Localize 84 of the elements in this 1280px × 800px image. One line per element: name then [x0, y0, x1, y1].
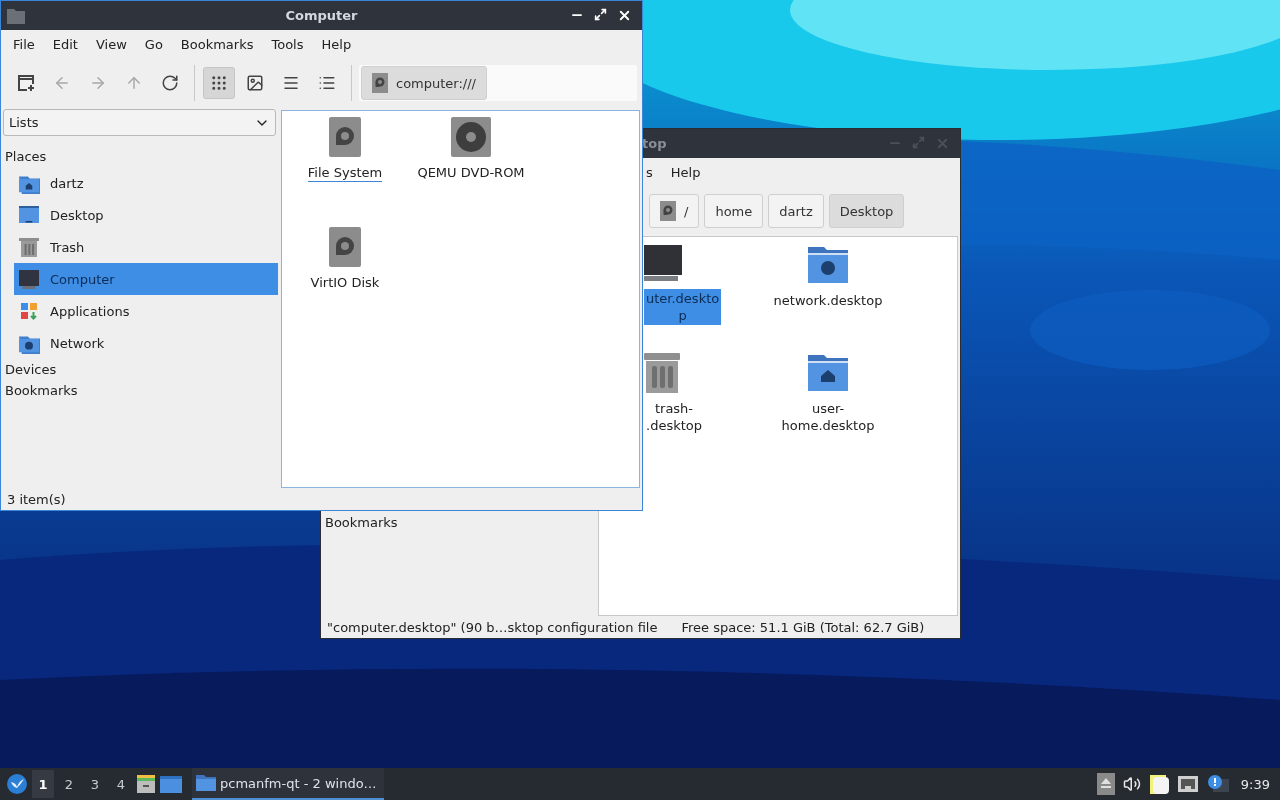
alert-icon [1206, 774, 1229, 794]
trash-icon [18, 236, 40, 258]
sidebar-section[interactable]: Places [1, 146, 278, 167]
close-icon [617, 8, 632, 23]
menu-item[interactable]: Tools [271, 34, 304, 54]
speaker-icon [1122, 775, 1141, 793]
menu-item[interactable]: Help [321, 34, 352, 54]
taskbar-task-button[interactable]: pcmanfm-qt - 2 windo… [192, 768, 384, 800]
drive-icon [660, 201, 676, 221]
sidebar-section[interactable]: Devices [1, 359, 278, 380]
file-label[interactable]: VirtIO Disk [310, 275, 380, 292]
list-icon [318, 74, 336, 92]
close-icon [935, 136, 950, 151]
trash-icon [644, 353, 680, 393]
show-desktop-button[interactable] [160, 775, 182, 793]
sidebar-section[interactable]: Bookmarks [1, 380, 278, 401]
folder-icon [196, 775, 216, 791]
file-label[interactable]: trash- .desktop [644, 399, 704, 435]
forward-icon [89, 74, 107, 92]
sidebar-item[interactable]: Computer [14, 263, 278, 295]
desktop-icon [18, 204, 40, 226]
sidebar-item[interactable]: Network [14, 327, 278, 359]
file-label[interactable]: user- home.desktop [779, 399, 877, 435]
network-button[interactable] [1176, 774, 1199, 794]
file-cabinet-icon [136, 774, 156, 794]
path-button[interactable]: home [704, 194, 764, 228]
sidebar-item[interactable]: Applications [14, 295, 278, 327]
desktop-switcher-button[interactable]: 2 [58, 770, 80, 798]
window-icon [160, 775, 182, 793]
menu-item[interactable]: Help [670, 162, 701, 182]
eject-icon [1096, 773, 1115, 795]
drive-icon [329, 227, 361, 267]
file-cabinet-button[interactable] [136, 774, 156, 794]
monitor-icon [18, 268, 40, 290]
reload-icon [161, 74, 179, 92]
menu-item[interactable]: File [13, 34, 35, 54]
desktop-switcher-button[interactable]: 4 [110, 770, 132, 798]
grid-icon [210, 74, 228, 92]
sidebar-section[interactable]: Bookmarks [321, 512, 598, 533]
sidebar-item[interactable]: Trash [14, 231, 278, 263]
path-button[interactable]: computer:/// [361, 66, 487, 100]
sidebar-item[interactable]: dartz [14, 167, 278, 199]
back-icon [53, 74, 71, 92]
lines-icon [282, 74, 300, 92]
applications-icon [18, 300, 40, 322]
clock: 9:39 [1240, 776, 1270, 792]
home-folder-icon [808, 353, 848, 393]
file-label[interactable]: uter.deskto p [644, 289, 722, 325]
side-pane-dropdown[interactable]: Lists [3, 109, 276, 136]
maximize-icon [912, 136, 925, 149]
menu-item[interactable]: s [646, 162, 653, 182]
network-folder-icon [808, 245, 848, 285]
ethernet-icon [1176, 774, 1199, 794]
path-button[interactable]: / [649, 194, 700, 228]
clipboard-icon [1148, 773, 1169, 795]
maximize-icon [594, 8, 607, 21]
clipboard-button[interactable] [1148, 773, 1169, 795]
path-button[interactable]: dartz [768, 194, 824, 228]
menu-item[interactable]: Go [144, 34, 163, 54]
notification-button[interactable] [1206, 774, 1229, 794]
menu-item[interactable]: Edit [52, 34, 78, 54]
new-window-icon [17, 74, 35, 92]
volume-button[interactable] [1122, 775, 1141, 793]
file-label[interactable]: network.desktop [771, 291, 885, 310]
path-button[interactable]: Desktop [828, 194, 905, 228]
window-title: Computer [285, 8, 358, 23]
sidebar-item[interactable]: Desktop [14, 199, 278, 231]
desktop-switcher-button[interactable]: 1 [32, 770, 54, 798]
window-title: top [642, 136, 667, 151]
folder-icon [7, 7, 25, 24]
menu-item[interactable]: Bookmarks [180, 34, 254, 54]
monitor-icon [644, 245, 682, 283]
status-text: "computer.desktop" (90 b…sktop configuration file [327, 619, 658, 635]
file-label[interactable]: QEMU DVD-ROM [417, 165, 525, 182]
image-icon [246, 74, 264, 92]
desktop-switcher-button[interactable]: 3 [84, 770, 106, 798]
menu-item[interactable]: View [95, 34, 127, 54]
drive-icon [372, 73, 388, 93]
status-text: Free space: 51.1 GiB (Total: 62.7 GiB) [681, 619, 925, 635]
drive-icon [329, 117, 361, 157]
icon-view-button[interactable] [203, 67, 235, 99]
eject-button[interactable] [1096, 773, 1115, 795]
file-label[interactable]: File System [307, 165, 383, 182]
status-text: 3 item(s) [7, 491, 66, 507]
